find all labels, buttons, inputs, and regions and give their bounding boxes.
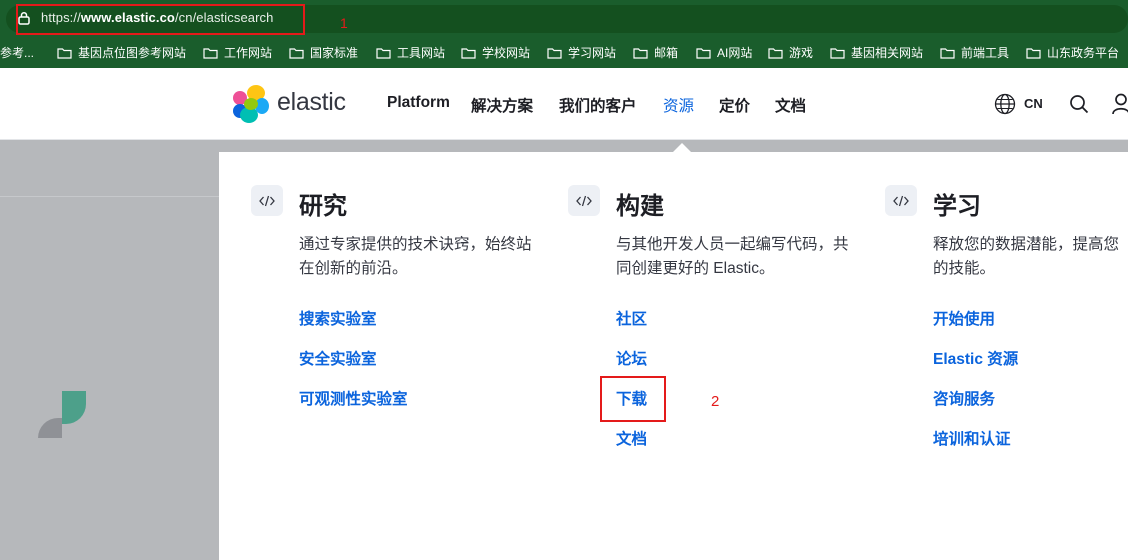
bookmark-label: 游戏 — [789, 46, 814, 60]
bookmark-folder[interactable]: 前端工具 — [940, 44, 1009, 61]
bookmark-folder[interactable]: 工作网站 — [203, 44, 272, 61]
link-security-labs[interactable]: 安全实验室 — [299, 347, 377, 369]
bookmark-folder[interactable]: 基因相关网站 — [830, 44, 923, 61]
bookmark-label: 工作网站 — [224, 46, 273, 60]
folder-icon — [376, 47, 391, 59]
bookmark-label: 参考... — [0, 46, 35, 60]
folder-icon — [57, 47, 72, 59]
link-forum[interactable]: 论坛 — [616, 347, 647, 369]
nav-resources[interactable]: 资源 — [663, 94, 694, 116]
page-background — [0, 141, 219, 560]
bookmark-item[interactable]: 参考... — [0, 44, 34, 61]
link-consulting[interactable]: 咨询服务 — [933, 387, 995, 409]
bookmark-folder[interactable]: 学校网站 — [461, 44, 530, 61]
bookmark-folder[interactable]: 学习网站 — [547, 44, 616, 61]
bookmark-folder[interactable]: 基因点位图参考网站 — [57, 44, 186, 61]
bookmark-label: 前端工具 — [961, 46, 1010, 60]
bookmark-label: AI网站 — [717, 46, 753, 60]
site-header: elastic Platform 解决方案 我们的客户 资源 定价 文档 CN — [0, 68, 1128, 140]
code-icon — [885, 185, 917, 216]
menu-column-description: 释放您的数据潜能，提高您的技能。 — [933, 236, 1120, 277]
link-observability-labs[interactable]: 可观测性实验室 — [299, 387, 408, 409]
resources-dropdown-menu: 研究 通过专家提供的技术诀窍，始终站在创新的前沿。 搜索实验室 安全实验室 可观… — [219, 152, 1128, 560]
code-icon — [251, 185, 283, 216]
folder-icon — [940, 47, 955, 59]
nav-platform[interactable]: Platform — [387, 94, 450, 112]
link-search-labs[interactable]: 搜索实验室 — [299, 307, 377, 329]
elastic-logo-icon[interactable] — [231, 84, 271, 124]
nav-docs[interactable]: 文档 — [775, 94, 806, 116]
logo-wordmark[interactable]: elastic — [277, 88, 346, 117]
folder-icon — [461, 47, 476, 59]
folder-icon — [203, 47, 218, 59]
folder-icon — [768, 47, 783, 59]
code-icon — [568, 185, 600, 216]
nav-pricing[interactable]: 定价 — [719, 94, 750, 116]
background-divider — [0, 196, 219, 197]
folder-icon — [547, 47, 562, 59]
folder-icon — [289, 47, 304, 59]
bookmark-folder[interactable]: 山东政务平台 — [1026, 44, 1119, 61]
folder-icon — [696, 47, 711, 59]
menu-column-title-learn: 学习 — [933, 193, 981, 220]
nav-solutions[interactable]: 解决方案 — [471, 94, 533, 116]
bookmark-label: 山东政务平台 — [1047, 46, 1120, 60]
bookmark-folder[interactable]: 工具网站 — [376, 44, 445, 61]
bookmark-folder[interactable]: 游戏 — [768, 44, 813, 61]
browser-address-bar: https://www.elastic.co/cn/elasticsearch … — [0, 0, 1128, 37]
globe-icon[interactable] — [994, 93, 1016, 115]
bookmark-label: 邮箱 — [654, 46, 679, 60]
bookmarks-bar: 参考... 基因点位图参考网站 工作网站 国家标准 工具网站 学校网站 学习网站… — [0, 37, 1128, 68]
language-selector[interactable]: CN — [1024, 96, 1043, 111]
link-documentation[interactable]: 文档 — [616, 427, 647, 449]
bookmark-label: 基因相关网站 — [851, 46, 924, 60]
bookmark-label: 国家标准 — [310, 46, 359, 60]
link-community[interactable]: 社区 — [616, 307, 647, 329]
bookmark-folder[interactable]: AI网站 — [696, 44, 752, 61]
annotation-box-url — [16, 4, 305, 35]
bookmark-label: 学校网站 — [482, 46, 531, 60]
nav-customers[interactable]: 我们的客户 — [559, 94, 637, 116]
annotation-number-2: 2 — [711, 393, 720, 410]
bookmark-folder[interactable]: 国家标准 — [289, 44, 358, 61]
link-elastic-resources[interactable]: Elastic 资源 — [933, 347, 1018, 369]
folder-icon — [830, 47, 845, 59]
search-icon[interactable] — [1069, 94, 1089, 114]
bookmark-folder[interactable]: 邮箱 — [633, 44, 678, 61]
menu-column-description: 与其他开发人员一起编写代码，共同创建更好的 Elastic。 — [616, 236, 849, 277]
annotation-number-1: 1 — [340, 15, 348, 31]
folder-icon — [633, 47, 648, 59]
menu-column-title-research: 研究 — [299, 193, 347, 220]
bookmark-label: 工具网站 — [397, 46, 446, 60]
bookmark-label: 学习网站 — [568, 46, 617, 60]
decorative-shape-icon — [38, 391, 86, 438]
bookmark-label: 基因点位图参考网站 — [78, 46, 187, 60]
menu-column-description: 通过专家提供的技术诀窍，始终站在创新的前沿。 — [299, 236, 532, 277]
user-icon[interactable] — [1112, 93, 1128, 115]
menu-column-title-build: 构建 — [616, 193, 664, 220]
link-training[interactable]: 培训和认证 — [933, 427, 1011, 449]
link-getting-started[interactable]: 开始使用 — [933, 307, 995, 329]
annotation-box-download — [600, 376, 666, 422]
folder-icon — [1026, 47, 1041, 59]
